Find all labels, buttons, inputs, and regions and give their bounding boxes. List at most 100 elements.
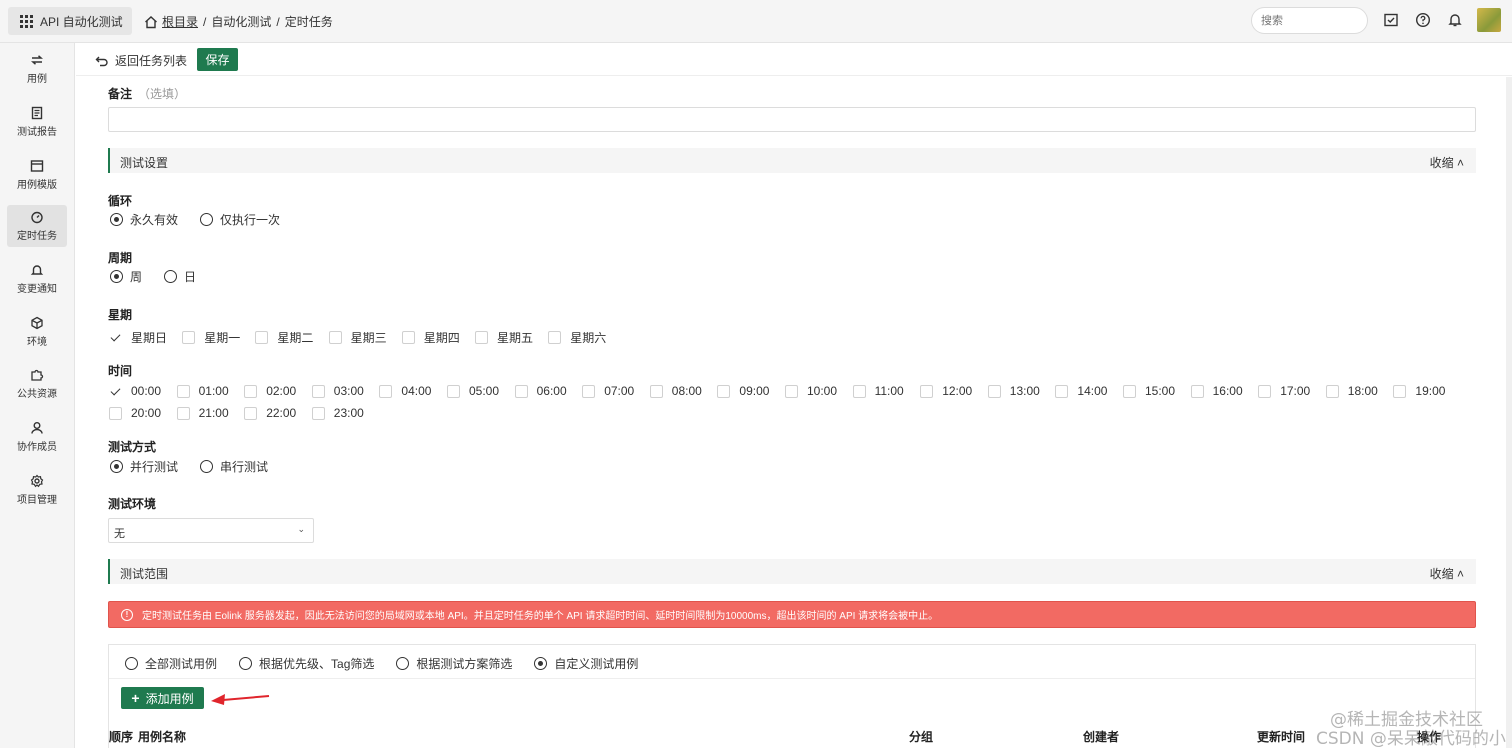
back-to-task-list-link[interactable]: 返回任务列表: [95, 52, 187, 69]
weekday-checkbox[interactable]: 星期三: [328, 329, 387, 346]
sidebar-item-change-notice[interactable]: 变更通知: [7, 258, 67, 300]
time-checkbox[interactable]: 10:00: [785, 384, 837, 398]
time-checkbox[interactable]: 18:00: [1325, 384, 1378, 398]
radio-custom-cases[interactable]: 自定义测试用例: [534, 655, 638, 672]
radio-indicator: [164, 270, 178, 283]
task-check-icon[interactable]: [1383, 12, 1399, 28]
timer-icon: [31, 211, 43, 224]
time-checkbox[interactable]: 14:00: [1055, 384, 1107, 398]
checkbox-label: 星期六: [570, 331, 607, 345]
time-label: 时间: [108, 364, 133, 378]
time-checkbox[interactable]: 21:00: [176, 406, 229, 420]
time-checkbox[interactable]: 00:00: [109, 384, 161, 398]
checkbox-indicator: [514, 384, 528, 398]
env-select[interactable]: 无 ⌄: [108, 518, 314, 543]
section-title: 测试设置: [120, 156, 169, 170]
add-case-button[interactable]: + 添加用例: [121, 687, 204, 709]
time-checkbox[interactable]: 07:00: [582, 384, 634, 398]
checkbox-indicator: [987, 384, 1001, 398]
time-checkbox[interactable]: 20:00: [109, 406, 161, 420]
help-icon[interactable]: [1415, 12, 1431, 28]
radio-indicator: [200, 213, 214, 226]
checkbox-indicator: [785, 384, 798, 398]
time-checkbox[interactable]: 09:00: [717, 384, 769, 398]
sidebar-item-templates[interactable]: 用例模版: [7, 154, 67, 196]
time-checkbox[interactable]: 19:00: [1393, 384, 1445, 398]
sidebar-item-public-resources[interactable]: 公共资源: [7, 363, 67, 405]
radio-week[interactable]: 周: [110, 268, 142, 285]
checkbox-indicator: [328, 331, 342, 344]
add-case-label: 添加用例: [145, 691, 194, 706]
home-icon[interactable]: [144, 15, 158, 29]
watermark-csdn: CSDN @呆呆敲代码的小Y: [1316, 729, 1506, 748]
sidebar-item-environment[interactable]: 环境: [7, 311, 67, 353]
remark-input[interactable]: [108, 107, 1476, 132]
collapse-toggle[interactable]: 收缩 ˄: [1430, 154, 1464, 171]
weekday-checkbox[interactable]: 星期六: [548, 329, 606, 346]
checkbox-indicator: [1325, 384, 1339, 398]
time-checkbox[interactable]: 05:00: [447, 384, 499, 398]
time-checkbox[interactable]: 17:00: [1258, 384, 1310, 398]
checkbox-label: 星期五: [497, 331, 534, 345]
breadcrumb-root[interactable]: 根目录: [162, 13, 198, 30]
time-checkbox[interactable]: 16:00: [1190, 384, 1243, 398]
time-checkbox[interactable]: 03:00: [311, 384, 364, 398]
save-button[interactable]: 保存: [197, 48, 238, 71]
time-checkbox[interactable]: 23:00: [311, 406, 364, 420]
checkbox-label: 01:00: [198, 384, 229, 398]
time-checkbox[interactable]: 12:00: [920, 384, 972, 398]
collapse-toggle[interactable]: 收缩 ˄: [1430, 565, 1464, 582]
scope-radio-group: 全部测试用例 根据优先级、Tag筛选 根据测试方案筛选 自定义测试用例: [125, 655, 660, 672]
loop-label: 循环: [108, 194, 133, 208]
column-header-creator: 创建者: [1083, 730, 1120, 744]
sidebar-item-project-settings[interactable]: 项目管理: [7, 469, 67, 511]
radio-forever[interactable]: 永久有效: [110, 211, 178, 228]
radio-label: 并行测试: [130, 460, 179, 474]
time-checkbox[interactable]: 08:00: [649, 384, 702, 398]
breadcrumb-item-current: 定时任务: [284, 15, 333, 29]
time-checkbox[interactable]: 22:00: [244, 406, 296, 420]
time-checkbox[interactable]: 01:00: [176, 384, 229, 398]
app-switcher[interactable]: API 自动化测试: [8, 7, 132, 35]
radio-indicator: [110, 270, 123, 283]
remark-hint: （选填）: [138, 87, 187, 101]
time-checkbox[interactable]: 15:00: [1123, 384, 1175, 398]
radio-all-cases[interactable]: 全部测试用例: [125, 655, 217, 672]
search-input[interactable]: [1251, 7, 1368, 34]
grid-menu-icon: [20, 14, 33, 28]
time-checkbox[interactable]: 04:00: [379, 384, 431, 398]
time-checkbox[interactable]: 06:00: [514, 384, 567, 398]
sidebar-item-members[interactable]: 协作成员: [7, 416, 67, 458]
radio-day[interactable]: 日: [164, 268, 196, 285]
case-table-header: 顺序 用例名称 分组 创建者 更新时间 操作: [109, 728, 1475, 748]
radio-test-plan[interactable]: 根据测试方案筛选: [396, 655, 512, 672]
checkbox-indicator: [255, 331, 269, 344]
weekday-checkbox[interactable]: 星期五: [475, 329, 533, 346]
time-checkbox[interactable]: 13:00: [987, 384, 1040, 398]
radio-priority-tag[interactable]: 根据优先级、Tag筛选: [239, 655, 374, 672]
radio-parallel[interactable]: 并行测试: [110, 458, 178, 475]
sidebar-item-label: 环境: [27, 337, 47, 348]
checkbox-label: 00:00: [131, 384, 162, 398]
radio-once[interactable]: 仅执行一次: [200, 211, 280, 228]
sidebar-item-reports[interactable]: 测试报告: [7, 101, 67, 143]
radio-label: 永久有效: [130, 213, 179, 227]
sidebar-item-cases[interactable]: 用例: [7, 48, 67, 90]
weekday-checkbox[interactable]: 星期四: [401, 329, 460, 346]
notification-bell-icon[interactable]: [1447, 12, 1463, 28]
sidebar-item-scheduled-tasks[interactable]: 定时任务: [7, 205, 67, 247]
radio-serial[interactable]: 串行测试: [200, 458, 268, 475]
weekday-checkbox[interactable]: 星期日: [109, 329, 167, 346]
time-checkbox[interactable]: 02:00: [244, 384, 296, 398]
breadcrumb-item[interactable]: 自动化测试: [211, 13, 271, 30]
checkbox-label: 22:00: [266, 406, 297, 420]
time-checkbox[interactable]: 11:00: [852, 384, 904, 398]
avatar[interactable]: [1477, 8, 1501, 32]
weekday-checkbox[interactable]: 星期二: [255, 329, 313, 346]
checkbox-label: 19:00: [1415, 384, 1446, 398]
weekday-checkbox[interactable]: 星期一: [182, 329, 240, 346]
column-header-updated: 更新时间: [1257, 730, 1306, 744]
radio-indicator: [125, 657, 138, 670]
cube-icon: [31, 316, 43, 330]
checkbox-label: 02:00: [266, 384, 297, 398]
